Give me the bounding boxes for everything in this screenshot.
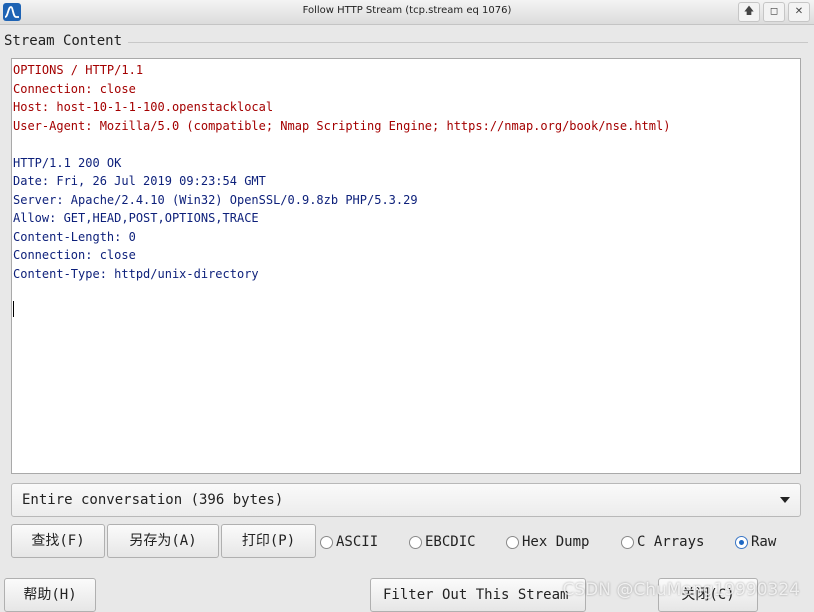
maximize-button[interactable]: ◻ [763, 2, 785, 22]
conversation-select[interactable]: Entire conversation (396 bytes) [11, 483, 801, 517]
radio-hex-dump[interactable]: Hex Dump [506, 532, 589, 552]
response-line: Allow: GET,HEAD,POST,OPTIONS,TRACE [13, 211, 259, 225]
title-bar: Follow HTTP Stream (tcp.stream eq 1076) … [0, 0, 814, 25]
window-title: Follow HTTP Stream (tcp.stream eq 1076) [302, 5, 512, 16]
find-button[interactable]: 查找(F) [11, 524, 105, 558]
radio-ascii-label: ASCII [336, 534, 379, 550]
response-line: HTTP/1.1 200 OK [13, 155, 122, 170]
keep-above-button[interactable]: 🡅 [738, 2, 760, 22]
radio-ebcdic-label: EBCDIC [425, 534, 476, 550]
response-line: Date: Fri, 26 Jul 2019 09:23:54 GMT [13, 174, 266, 188]
radio-ebcdic-indicator [409, 535, 422, 549]
close-button[interactable]: 关闭(C) [658, 578, 758, 612]
save-as-button[interactable]: 另存为(A) [107, 524, 219, 558]
radio-raw-label: Raw [751, 534, 777, 550]
response-line: Content-Type: httpd/unix-directory [13, 266, 259, 281]
group-divider [128, 42, 808, 43]
response-line: Connection: close [13, 248, 136, 262]
response-line: Server: Apache/2.4.10 (Win32) OpenSSL/0.… [13, 192, 418, 207]
radio-hex-dump-indicator [506, 535, 519, 549]
conversation-select-value: Entire conversation (396 bytes) [22, 492, 284, 508]
radio-hex-dump-label: Hex Dump [522, 534, 590, 550]
radio-raw-indicator [735, 535, 748, 549]
filter-out-stream-button[interactable]: Filter Out This Stream [370, 578, 586, 612]
stream-content-textarea[interactable]: OPTIONS / HTTP/1.1 Connection: close Host:… [11, 58, 801, 474]
radio-ascii-indicator [320, 535, 333, 549]
chevron-down-icon [780, 497, 790, 503]
request-line: User-Agent: Mozilla/5.0 (compatible; Nma… [13, 118, 671, 133]
radio-c-arrays[interactable]: C Arrays [621, 532, 704, 552]
text-cursor [13, 301, 14, 317]
radio-ebcdic[interactable]: EBCDIC [409, 532, 476, 552]
response-line: Content-Length: 0 [13, 229, 136, 244]
request-line: Host: host-10-1-1-100.openstacklocal [13, 100, 274, 114]
radio-raw[interactable]: Raw [735, 532, 776, 552]
stream-content-title: Stream Content [4, 33, 127, 49]
help-button[interactable]: 帮助(H) [4, 578, 96, 612]
print-button[interactable]: 打印(P) [221, 524, 316, 558]
radio-c-arrays-label: C Arrays [637, 534, 705, 550]
request-line: Connection: close [13, 81, 136, 96]
radio-ascii[interactable]: ASCII [320, 532, 378, 552]
request-line: OPTIONS / HTTP/1.1 [13, 63, 144, 77]
close-window-button[interactable]: ✕ [788, 2, 810, 22]
radio-c-arrays-indicator [621, 535, 634, 549]
